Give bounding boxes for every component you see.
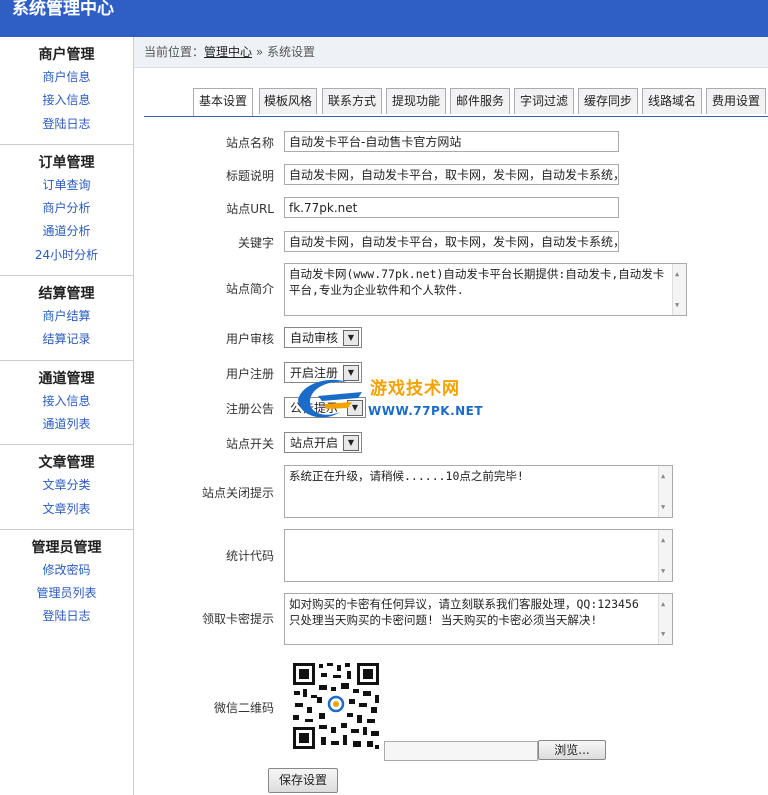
sidebar-item-admin-list[interactable]: 管理员列表: [0, 582, 133, 605]
sidebar-item-merchant-settlement[interactable]: 商户结算: [0, 305, 133, 328]
sidebar-group-channel: 通道管理 接入信息 通道列表: [0, 361, 133, 446]
sidebar-item-channel-analysis[interactable]: 通道分析: [0, 220, 133, 243]
watermark-cn-text: 游戏技术网: [370, 379, 460, 399]
scroll-down-icon: ▼: [661, 630, 666, 638]
scroll-down-icon: ▼: [661, 567, 666, 575]
close-tip-text: 系统正在升级，请稍候......10点之前完毕!: [289, 469, 524, 483]
close-tip-textarea[interactable]: 系统正在升级，请稍候......10点之前完毕! ▲ ▼: [284, 465, 673, 518]
wechat-qr-image: [291, 661, 381, 751]
site-url-label: 站点URL: [226, 202, 274, 216]
site-url-input[interactable]: fk.77pk.net: [284, 197, 619, 218]
keywords-label: 关键字: [237, 236, 274, 250]
tab-word-filter[interactable]: 字词过滤: [514, 88, 574, 114]
sidebar-group-merchant: 商户管理 商户信息 接入信息 登陆日志: [0, 37, 133, 145]
sidebar-item-settlement-record[interactable]: 结算记录: [0, 328, 133, 351]
sidebar-group-title: 订单管理: [38, 154, 95, 171]
user-audit-label: 用户审核: [225, 332, 274, 346]
tab-cache-sync[interactable]: 缓存同步: [578, 88, 638, 114]
tab-contact[interactable]: 联系方式: [322, 88, 382, 114]
user-audit-select[interactable]: 自动审核 ▼: [284, 327, 362, 348]
tab-basic[interactable]: 基本设置: [193, 88, 253, 116]
chevron-down-icon: ▼: [343, 435, 359, 451]
user-register-label: 用户注册: [225, 367, 274, 381]
site-name-label: 站点名称: [225, 136, 274, 150]
scroll-up-icon: ▲: [661, 600, 666, 608]
breadcrumb-current: 系统设置: [267, 45, 316, 59]
site-switch-value: 站点开启: [290, 436, 339, 450]
watermark-logo: 游戏技术网 WWW.77PK.NET: [288, 368, 488, 428]
tab-mail[interactable]: 邮件服务: [450, 88, 510, 114]
scroll-down-icon: ▼: [675, 301, 680, 309]
wechat-qr-label: 微信二维码: [213, 701, 274, 715]
site-switch-select[interactable]: 站点开启 ▼: [284, 432, 362, 453]
sidebar-item-merchant-info[interactable]: 商户信息: [0, 66, 133, 89]
card-tip-textarea[interactable]: 如对购买的卡密有任何异议，请立刻联系我们客服处理，QQ:123456 只处理当天…: [284, 593, 673, 645]
breadcrumb-prefix: 当前位置：: [144, 45, 205, 59]
sidebar-group-order: 订单管理 订单查询 商户分析 通道分析 24小时分析: [0, 145, 133, 277]
sidebar: 商户管理 商户信息 接入信息 登陆日志 订单管理 订单查询 商户分析 通道分析 …: [0, 37, 134, 795]
sidebar-item-merchant-analysis[interactable]: 商户分析: [0, 197, 133, 220]
sidebar-item-channel-list[interactable]: 通道列表: [0, 413, 133, 436]
sidebar-group-settlement: 结算管理 商户结算 结算记录: [0, 276, 133, 361]
sidebar-item-channel-access-info[interactable]: 接入信息: [0, 390, 133, 413]
save-settings-button[interactable]: 保存设置: [268, 768, 338, 793]
site-switch-label: 站点开关: [225, 437, 274, 451]
watermark-en-text: WWW.77PK.NET: [368, 404, 484, 418]
card-tip-scrollbar[interactable]: ▲ ▼: [658, 594, 672, 644]
breadcrumb: 当前位置：管理中心 » 系统设置: [134, 37, 768, 68]
scroll-up-icon: ▲: [661, 536, 666, 544]
sidebar-item-order-query[interactable]: 订单查询: [0, 174, 133, 197]
title-desc-label: 标题说明: [225, 169, 274, 183]
app-title: 系统管理中心: [12, 0, 114, 19]
title-desc-input[interactable]: 自动发卡网，自动发卡平台，取卡网，发卡网，自动发卡系统，: [284, 164, 619, 185]
sidebar-item-article-list[interactable]: 文章列表: [0, 498, 133, 521]
register-notice-label: 注册公告: [225, 402, 274, 416]
tab-line-domain[interactable]: 线路域名: [642, 88, 702, 114]
settings-tabs: 基本设置 模板风格 联系方式 提现功能 邮件服务 字词过滤 缓存同步 线路域名 …: [144, 88, 768, 117]
intro-label: 站点简介: [225, 282, 274, 296]
browse-button[interactable]: 浏览...: [538, 740, 606, 760]
sidebar-group-title: 通道管理: [38, 370, 95, 387]
tab-template[interactable]: 模板风格: [259, 88, 317, 114]
close-tip-scrollbar[interactable]: ▲ ▼: [658, 466, 672, 517]
close-tip-label: 站点关闭提示: [201, 486, 274, 500]
stat-code-textarea[interactable]: ▲ ▼: [284, 529, 673, 582]
tab-fee[interactable]: 费用设置: [706, 88, 766, 114]
sidebar-item-login-log[interactable]: 登陆日志: [0, 113, 133, 136]
stat-code-scrollbar[interactable]: ▲ ▼: [658, 530, 672, 581]
user-audit-value: 自动审核: [290, 331, 339, 345]
breadcrumb-link-admin[interactable]: 管理中心: [204, 45, 252, 59]
sidebar-item-change-password[interactable]: 修改密码: [0, 559, 133, 582]
intro-textarea[interactable]: 自动发卡网(www.77pk.net)自动发卡平台长期提供:自动发卡,自动发卡平…: [284, 263, 687, 316]
sidebar-group-admin: 管理员管理 修改密码 管理员列表 登陆日志: [0, 530, 133, 637]
sidebar-item-article-category[interactable]: 文章分类: [0, 474, 133, 497]
intro-text: 自动发卡网(www.77pk.net)自动发卡平台长期提供:自动发卡,自动发卡平…: [289, 267, 665, 297]
sidebar-item-24h-analysis[interactable]: 24小时分析: [0, 244, 133, 267]
tab-withdraw[interactable]: 提现功能: [386, 88, 446, 114]
scroll-down-icon: ▼: [661, 503, 666, 511]
sidebar-item-access-info[interactable]: 接入信息: [0, 89, 133, 112]
sidebar-group-title: 商户管理: [38, 47, 95, 63]
sidebar-group-article: 文章管理 文章分类 文章列表: [0, 445, 133, 530]
stat-code-label: 统计代码: [225, 549, 274, 563]
app-header: 系统管理中心: [0, 0, 768, 37]
sidebar-group-title: 管理员管理: [31, 539, 102, 556]
card-tip-text: 如对购买的卡密有任何异议，请立刻联系我们客服处理，QQ:123456 只处理当天…: [289, 597, 639, 627]
breadcrumb-sep: »: [252, 45, 268, 59]
sidebar-group-title: 结算管理: [38, 286, 95, 303]
watermark-swoosh-icon: [298, 379, 362, 418]
site-name-input[interactable]: 自动发卡平台-自动售卡官方网站: [284, 131, 619, 152]
chevron-down-icon: ▼: [343, 330, 359, 346]
intro-scrollbar[interactable]: ▲ ▼: [672, 264, 686, 315]
scroll-up-icon: ▲: [675, 270, 680, 278]
keywords-input[interactable]: 自动发卡网，自动发卡平台，取卡网，发卡网，自动发卡系统，: [284, 231, 619, 252]
scroll-up-icon: ▲: [661, 472, 666, 480]
sidebar-group-title: 文章管理: [38, 455, 95, 472]
card-tip-label: 领取卡密提示: [201, 612, 274, 626]
wechat-qr-file-path[interactable]: [384, 741, 538, 761]
sidebar-item-admin-login-log[interactable]: 登陆日志: [0, 605, 133, 628]
